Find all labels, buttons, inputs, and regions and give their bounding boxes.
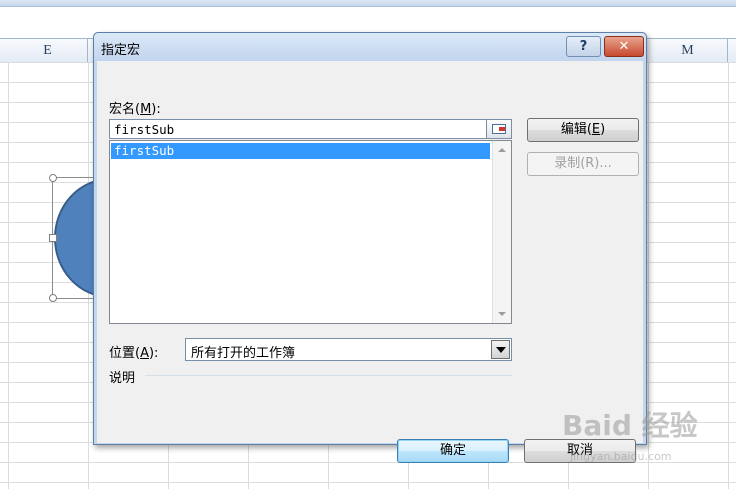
resize-handle[interactable] xyxy=(49,234,57,242)
edit-button[interactable]: 编辑(E) xyxy=(527,118,639,142)
dialog-title: 指定宏 xyxy=(101,43,141,58)
range-select-icon xyxy=(492,124,506,134)
close-icon: ✕ xyxy=(618,39,630,54)
assign-macro-dialog: 指定宏 ? ✕ 宏名(M): firstSub firstSub 编辑(E) 录… xyxy=(93,32,647,463)
description-label: 说明 xyxy=(109,371,136,386)
baidu-watermark: Baid 经验 jingyan.baidu.com xyxy=(562,404,732,474)
location-dropdown[interactable]: 所有打开的工作簿 xyxy=(185,338,512,361)
collapse-dialog-button[interactable] xyxy=(486,119,512,139)
record-button[interactable]: 录制(R)... xyxy=(527,152,639,176)
macro-name-input[interactable]: firstSub xyxy=(109,119,487,139)
location-label: 位置(A): xyxy=(109,346,159,361)
help-icon: ? xyxy=(579,39,588,54)
resize-handle[interactable] xyxy=(49,174,57,182)
ribbon-area xyxy=(0,0,736,36)
column-header-m[interactable]: M xyxy=(648,39,728,62)
vertical-scrollbar[interactable] xyxy=(492,141,511,323)
description-divider xyxy=(145,375,512,376)
watermark-logo: Baid 经验 xyxy=(562,409,698,442)
resize-handle[interactable] xyxy=(49,294,57,302)
watermark-url: jingyan.baidu.com xyxy=(570,450,672,463)
location-value: 所有打开的工作簿 xyxy=(191,346,296,361)
column-header-e[interactable]: E xyxy=(8,39,88,62)
dialog-body: 宏名(M): firstSub firstSub 编辑(E) 录制(R)... … xyxy=(97,61,643,463)
dialog-titlebar[interactable]: 指定宏 ? ✕ xyxy=(94,33,646,61)
ok-button[interactable]: 确定 xyxy=(397,439,509,463)
macro-name-label: 宏名(M): xyxy=(109,102,161,117)
chevron-down-icon[interactable] xyxy=(491,340,510,359)
scroll-up-icon[interactable] xyxy=(498,148,506,152)
macro-name-value: firstSub xyxy=(114,122,175,137)
close-button[interactable]: ✕ xyxy=(604,36,644,57)
scroll-down-icon[interactable] xyxy=(498,312,506,316)
tab-strip xyxy=(0,0,736,7)
list-item[interactable]: firstSub xyxy=(111,143,490,159)
help-button[interactable]: ? xyxy=(566,36,601,57)
macro-list[interactable]: firstSub xyxy=(109,140,512,324)
